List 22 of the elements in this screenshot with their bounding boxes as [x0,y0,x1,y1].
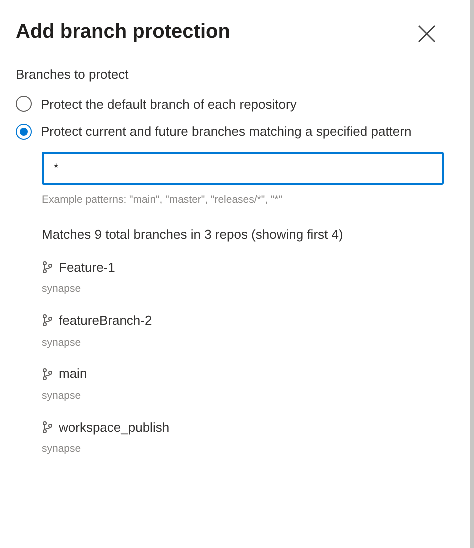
branch-icon [42,261,53,274]
radio-button[interactable] [16,124,32,140]
branch-name: main [59,365,88,384]
close-icon[interactable] [418,25,436,43]
repo-name: synapse [42,336,82,350]
branch-name: Feature-1 [59,258,116,277]
repo-name: synapse [42,442,82,457]
pattern-field[interactable]: * [42,152,444,184]
hint-text: Example patterns: "main", "master", "releases/*", "*" [42,192,284,208]
matches-summary: Matches 9 total branches in 3 repos (showing first 4) [42,226,344,244]
section-label: Branches to protect [16,66,130,84]
repo-name: synapse [42,388,82,404]
branch-name: workspace_publish [59,418,170,437]
radio-label: Protect the default branch of each repository [41,96,297,114]
radio-button[interactable] [16,96,32,112]
dialog-title: Add branch protection [16,20,230,45]
branch-icon [42,368,53,380]
branch-name: featureBranch-2 [59,312,152,330]
repo-name: synapse [42,282,82,298]
branch-icon [42,420,53,434]
radio-label: Protect current and future branches matching a specified pattern [41,123,412,141]
branch-icon [42,314,53,328]
